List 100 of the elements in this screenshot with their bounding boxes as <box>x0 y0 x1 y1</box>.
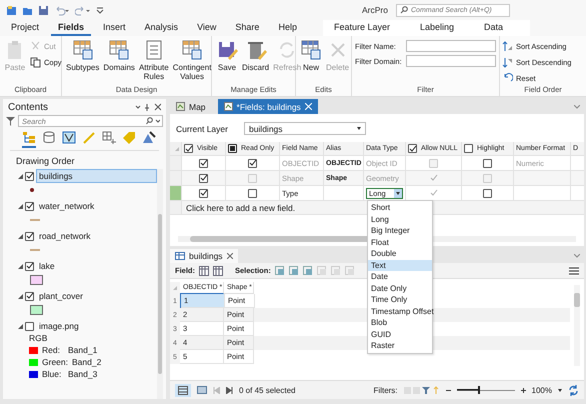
zoom-out-icon[interactable] <box>446 388 451 392</box>
list-option[interactable]: Big Integer <box>368 225 432 236</box>
checkbox[interactable] <box>25 202 34 210</box>
table-view-icon[interactable] <box>178 386 188 394</box>
new-project-icon[interactable] <box>6 4 17 16</box>
checkbox[interactable] <box>464 144 473 153</box>
grid-add-icon <box>102 131 116 144</box>
last-record-icon[interactable] <box>226 386 233 394</box>
list-option[interactable]: Time Only <box>368 294 432 306</box>
sort-descending-icon <box>502 57 513 68</box>
slider-thumb[interactable] <box>456 386 480 394</box>
ribbon-tab[interactable]: Insert <box>96 21 133 36</box>
checkbox[interactable] <box>483 188 492 198</box>
field-label: Current Layer <box>176 124 228 134</box>
close-icon[interactable] <box>226 253 233 259</box>
checkbox[interactable] <box>25 292 34 300</box>
expand-icon[interactable] <box>18 204 23 208</box>
list-option[interactable]: Float <box>368 236 432 248</box>
pencil-icon <box>82 131 96 144</box>
scrollbar[interactable] <box>574 285 580 366</box>
corner-icon <box>175 146 179 150</box>
ribbon-tab[interactable]: Feature Layer <box>326 21 397 36</box>
app-title: ArcPro <box>361 5 389 15</box>
layer-name[interactable]: image.png <box>36 319 157 333</box>
list-option[interactable]: Short <box>368 202 432 214</box>
ribbon-button[interactable]: Domains <box>102 38 136 85</box>
checkbox[interactable] <box>199 188 208 198</box>
ribbon-tab[interactable]: Labeling <box>413 21 462 36</box>
scrollbar[interactable] <box>157 169 163 399</box>
list-option[interactable]: Date <box>368 271 432 282</box>
menu-icon[interactable] <box>569 266 579 274</box>
list-option[interactable]: GUID <box>368 328 432 340</box>
checkbox[interactable] <box>199 158 208 168</box>
document-tab[interactable]: Map <box>170 99 212 114</box>
filter-field[interactable] <box>406 55 496 67</box>
band-value: Band_2 <box>72 357 102 367</box>
filter-field[interactable] <box>406 40 496 52</box>
filters-label: Filters: <box>374 386 398 394</box>
list-option[interactable]: Timestamp Offset <box>368 306 432 317</box>
ribbon-tab[interactable]: Share <box>228 21 266 36</box>
field-tool-icon[interactable] <box>213 266 223 276</box>
chevron-icon[interactable] <box>574 104 580 108</box>
layer-name[interactable]: road_network <box>36 229 157 243</box>
ribbon-button[interactable]: Save <box>215 38 239 85</box>
expand-icon[interactable] <box>18 174 23 178</box>
table-icon <box>300 39 322 61</box>
checkbox[interactable] <box>248 158 257 168</box>
filter-icon[interactable] <box>6 116 15 126</box>
legend-title: RGB <box>29 333 48 343</box>
card-view-icon[interactable] <box>197 386 207 394</box>
caret-icon <box>558 388 562 392</box>
expand-icon[interactable] <box>18 324 23 328</box>
search-icon <box>400 6 408 14</box>
chevron-icon[interactable] <box>574 254 580 258</box>
save-icon[interactable] <box>38 4 49 16</box>
customize-icon[interactable] <box>96 4 104 16</box>
list-option[interactable]: Date Only <box>368 282 432 294</box>
list-option[interactable]: Text <box>368 260 432 271</box>
list-option[interactable]: Double <box>368 248 432 260</box>
checkbox[interactable] <box>25 232 34 240</box>
checkbox[interactable] <box>25 262 34 270</box>
ribbon-button[interactable]: Subtypes <box>65 38 100 85</box>
ribbon-tab[interactable]: Analysis <box>138 21 186 36</box>
refresh-icon[interactable] <box>568 384 579 396</box>
ribbon-tab[interactable]: Project <box>4 21 46 36</box>
checkbox[interactable] <box>248 188 257 198</box>
layer-name[interactable]: buildings <box>36 169 157 183</box>
ribbon-tab[interactable]: Help <box>271 21 304 36</box>
field-tool-icon[interactable] <box>199 266 209 276</box>
ribbon-tab[interactable]: Data <box>477 21 510 36</box>
band-value: Band_3 <box>68 369 98 379</box>
list-option[interactable]: Blob <box>368 317 432 328</box>
list-option[interactable]: Long <box>368 214 432 225</box>
table-icon <box>72 39 94 61</box>
list-option[interactable]: Raster <box>368 340 432 352</box>
ribbon-button[interactable]: Contingent Values <box>172 38 212 85</box>
checkbox[interactable] <box>199 174 208 182</box>
document-tab[interactable]: *Fields: buildings <box>218 99 318 114</box>
panel-menu-icon[interactable] <box>135 103 161 111</box>
checkbox[interactable] <box>25 172 34 180</box>
zoom-level-dropdown[interactable]: 100% <box>532 386 562 394</box>
layer-name[interactable]: lake <box>36 259 157 273</box>
expand-icon[interactable] <box>18 264 23 268</box>
ribbon-button[interactable]: Discard <box>241 38 270 85</box>
ribbon-button[interactable]: Attribute Rules <box>138 38 170 85</box>
add-field-row[interactable]: Click here to add a new field. <box>182 201 296 214</box>
checkbox[interactable] <box>25 322 34 330</box>
expand-icon[interactable] <box>18 234 23 238</box>
zoom-in-icon[interactable] <box>520 388 526 392</box>
expand-icon[interactable] <box>18 294 23 298</box>
layer-name[interactable]: water_network <box>36 199 157 213</box>
checkbox[interactable] <box>228 144 237 153</box>
filter-tools-icon[interactable] <box>404 386 440 394</box>
checkbox[interactable] <box>408 144 417 153</box>
layer-dropdown[interactable]: buildings <box>244 122 366 135</box>
table-tab[interactable]: buildings <box>170 249 238 263</box>
checkbox[interactable] <box>184 144 193 153</box>
checkbox[interactable] <box>483 158 492 168</box>
ribbon-tab[interactable]: View <box>190 21 224 36</box>
layer-name[interactable]: plant_cover <box>36 289 157 303</box>
